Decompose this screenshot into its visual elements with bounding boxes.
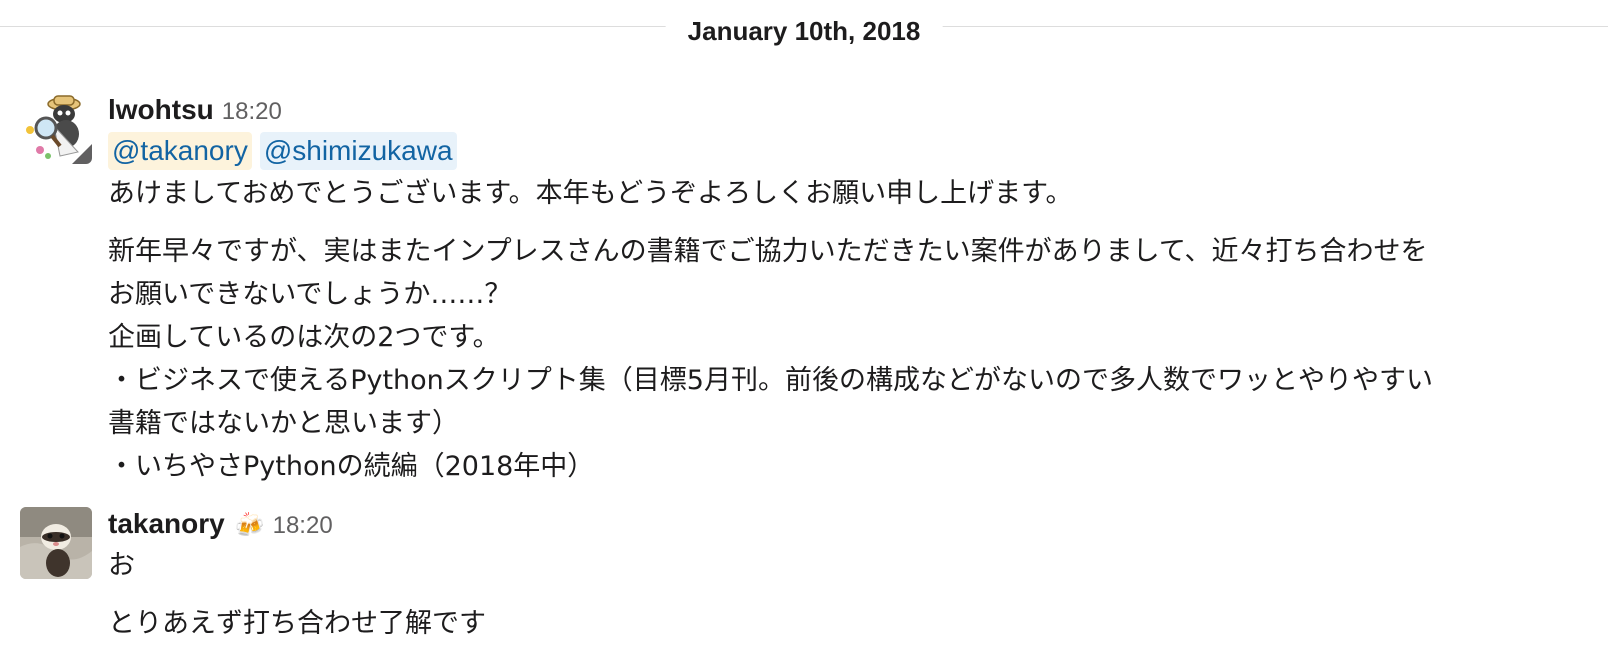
ferret-avatar-icon <box>20 507 92 579</box>
avatar[interactable] <box>20 507 92 579</box>
message-header: lwohtsu 18:20 <box>108 90 1588 130</box>
date-divider-label[interactable]: January 10th, 2018 <box>665 13 943 49</box>
timestamp[interactable]: 18:20 <box>273 506 333 546</box>
message-text-line: お <box>108 550 135 581</box>
message: lwohtsu 18:20 @takanory @shimizukawa あけま… <box>0 90 1608 490</box>
message-text-line: あけましておめでとうございます。本年もどうぞよろしくお願い申し上げます。 <box>108 178 1073 209</box>
message-text-line: 書籍ではないかと思います） <box>108 408 459 439</box>
message-content: lwohtsu 18:20 @takanory @shimizukawa あけま… <box>108 90 1588 488</box>
author-name[interactable]: lwohtsu <box>108 90 214 130</box>
beer-mugs-icon[interactable]: 🍻 <box>235 506 265 546</box>
author-name[interactable]: takanory <box>108 504 225 544</box>
date-divider: January 10th, 2018 <box>0 0 1608 62</box>
message-header: takanory 🍻 18:20 <box>108 504 1588 544</box>
mention-shimizukawa[interactable]: @shimizukawa <box>259 132 457 170</box>
message-text-line: とりあえず打ち合わせ了解です <box>108 608 486 639</box>
ant-detective-avatar-icon <box>20 92 92 164</box>
mention-takanory[interactable]: @takanory <box>108 132 252 170</box>
mentions-row: @takanory @shimizukawa <box>108 130 1588 172</box>
message: takanory 🍻 18:20 お とりあえず打ち合わせ了解です <box>0 504 1608 662</box>
message-text-line: ・いちやさPythonの続編（2018年中） <box>108 451 595 482</box>
timestamp[interactable]: 18:20 <box>222 92 282 132</box>
message-text-line: お願いできないでしょうか……？ <box>108 279 512 310</box>
avatar[interactable] <box>20 92 92 164</box>
message-text-line: ・ビジネスで使えるPythonスクリプト集（目標5月刊。前後の構成などがないので… <box>108 365 1433 396</box>
message-content: takanory 🍻 18:20 お とりあえず打ち合わせ了解です <box>108 504 1588 645</box>
message-text-line: 新年早々ですが、実はまたインプレスさんの書籍でご協力いただきたい案件がありまして… <box>108 236 1428 267</box>
message-text-line: 企画しているのは次の2つです。 <box>108 322 500 353</box>
